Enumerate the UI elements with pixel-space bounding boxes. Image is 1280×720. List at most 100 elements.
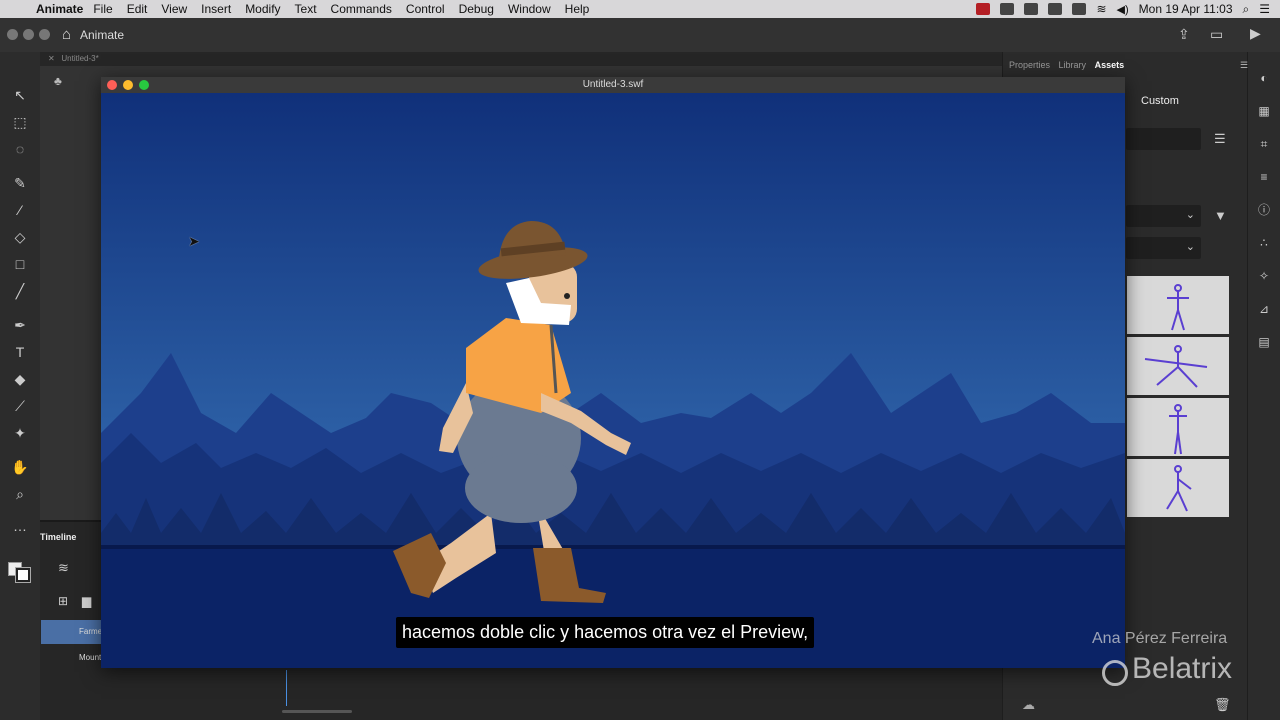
menu-insert[interactable]: Insert (201, 2, 231, 16)
asset-thumbnail[interactable] (1127, 337, 1229, 395)
category-dropdown[interactable]: ⌄ (1126, 205, 1201, 227)
more-tools-icon[interactable]: … (10, 516, 30, 536)
menu-help[interactable]: Help (565, 2, 590, 16)
timeline-tab[interactable]: Timeline (40, 532, 100, 546)
components-icon[interactable]: ▤ (1256, 334, 1272, 350)
brand-watermark: Belatrix (1132, 652, 1233, 685)
swatches-panel-icon[interactable]: ▦ (1256, 103, 1272, 119)
transform-panel-icon[interactable]: ⌗ (1256, 136, 1272, 152)
menu-edit[interactable]: Edit (127, 2, 148, 16)
battery-icon[interactable] (1072, 3, 1087, 15)
delete-icon[interactable]: 🗑 (1214, 697, 1231, 713)
tab-assets[interactable]: Assets (1095, 60, 1125, 70)
zoom-tool-icon[interactable]: ⌕ (10, 484, 30, 504)
spotlight-search-icon[interactable]: ⌕ (1243, 2, 1250, 17)
sync-icon[interactable] (1024, 3, 1039, 15)
minimize-window-button[interactable] (123, 80, 133, 90)
rig-figure-icon (1169, 404, 1187, 455)
rectangle-tool-icon[interactable]: □ (10, 254, 30, 274)
video-subtitle: hacemos doble clic y hacemos otra vez el… (396, 617, 815, 648)
mouse-cursor-icon: ➤ (188, 233, 200, 249)
info-panel-icon[interactable]: ⓘ (1256, 202, 1272, 218)
eraser-tool-icon[interactable]: ◇ (10, 227, 30, 247)
zoom-window-button[interactable] (39, 29, 50, 40)
paint-brush-tool-icon[interactable]: ✎ (10, 173, 30, 193)
subcategory-dropdown[interactable]: ⌄ (1126, 237, 1201, 259)
tab-properties[interactable]: Properties (1009, 60, 1050, 70)
playhead[interactable] (286, 670, 287, 706)
chevron-down-icon: ⌄ (1185, 241, 1195, 253)
panel-menu-icon[interactable]: ☰ (1240, 60, 1248, 71)
author-watermark: Ana Pérez Ferreira (1092, 630, 1228, 647)
timeline-scrollbar[interactable] (282, 710, 352, 713)
zoom-window-button[interactable] (139, 80, 149, 90)
volume-icon[interactable]: ◀) (1117, 3, 1129, 16)
lasso-tool-icon[interactable]: ◌ (10, 139, 30, 159)
menu-commands[interactable]: Commands (331, 2, 392, 16)
fill-color-swatch[interactable] (15, 567, 31, 583)
menu-control[interactable]: Control (406, 2, 445, 16)
layer-row-farmer[interactable]: Farmer (41, 620, 105, 644)
edit-symbols-icon[interactable]: ♣ (54, 74, 62, 88)
selection-tool-icon[interactable]: ↖ (10, 85, 30, 105)
cloud-download-icon[interactable]: ☁ (1022, 697, 1035, 713)
workspace-icon[interactable]: ▭ (1210, 26, 1223, 43)
menu-text[interactable]: Text (295, 2, 317, 16)
asset-thumbnail[interactable] (1127, 276, 1229, 334)
hand-tool-icon[interactable]: ✋ (10, 457, 30, 477)
free-transform-tool-icon[interactable]: ⬚ (10, 112, 30, 132)
pen-tool-icon[interactable]: ✒ (10, 315, 30, 335)
align-panel-icon[interactable]: ≡ (1256, 169, 1272, 185)
text-tool-icon[interactable]: T (10, 342, 30, 362)
new-folder-icon[interactable]: ▆ (82, 594, 91, 608)
brush-tool-icon[interactable]: ⁄ (10, 200, 30, 220)
menu-debug[interactable]: Debug (459, 2, 494, 16)
pin-tool-icon[interactable]: ✦ (10, 423, 30, 443)
close-tab-icon[interactable]: ✕ (48, 54, 55, 63)
asset-thumbnail[interactable] (1127, 398, 1229, 456)
tab-library[interactable]: Library (1059, 60, 1087, 70)
motion-presets-icon[interactable]: ∴ (1256, 235, 1272, 251)
notification-center-icon[interactable]: ☰ (1259, 2, 1270, 16)
menu-modify[interactable]: Modify (245, 2, 280, 16)
document-tab-strip: ✕ Untitled-3* (40, 52, 1002, 66)
app-titlebar: ⌂ Animate ⇪ ▭ ▶ (0, 18, 1280, 52)
swf-window-titlebar[interactable]: Untitled-3.swf (101, 77, 1125, 93)
minimize-window-button[interactable] (23, 29, 34, 40)
line-tool-icon[interactable]: ╱ (10, 281, 30, 301)
app-home-tab[interactable]: Animate (80, 28, 124, 42)
swf-preview-window[interactable]: Untitled-3.swf (101, 77, 1125, 668)
wifi-icon[interactable]: ≋ (1096, 2, 1106, 16)
paint-bucket-tool-icon[interactable]: ◆ (10, 369, 30, 389)
new-layer-icon[interactable]: ⊞ (58, 594, 68, 608)
menu-window[interactable]: Window (508, 2, 551, 16)
right-panel-tabs: Properties Library Assets ☰ (1003, 60, 1248, 74)
code-snippets-icon[interactable]: ✧ (1256, 268, 1272, 284)
asset-thumbnail[interactable] (1127, 459, 1229, 517)
test-movie-play-icon[interactable]: ▶ (1250, 25, 1261, 42)
creative-cloud-icon[interactable] (1000, 3, 1015, 15)
chevron-down-icon: ⌄ (1185, 209, 1195, 221)
close-window-button[interactable] (107, 80, 117, 90)
asset-search-input[interactable] (1126, 128, 1201, 150)
document-tab[interactable]: Untitled-3* (61, 54, 98, 63)
record-icon[interactable] (976, 3, 991, 15)
filter-icon[interactable]: ▼ (1214, 208, 1227, 223)
layer-row-mountains[interactable]: Mountains (41, 646, 116, 670)
menu-file[interactable]: File (93, 2, 112, 16)
motion-editor-icon[interactable]: ⊿ (1256, 301, 1272, 317)
close-window-button[interactable] (7, 29, 18, 40)
airplay-icon[interactable] (1048, 3, 1063, 15)
brand-logo-icon (1102, 660, 1128, 686)
share-icon[interactable]: ⇪ (1178, 26, 1190, 43)
home-icon[interactable]: ⌂ (62, 26, 71, 43)
layers-icon[interactable]: ≋ (58, 560, 69, 576)
menu-view[interactable]: View (161, 2, 187, 16)
rig-figure-icon (1166, 465, 1192, 512)
menubar-clock[interactable]: Mon 19 Apr 11:03 (1139, 2, 1233, 16)
custom-assets-tab[interactable]: Custom (1141, 95, 1179, 107)
menu-app-name[interactable]: Animate (36, 2, 83, 16)
list-view-icon[interactable]: ☰ (1214, 131, 1226, 147)
eyedropper-tool-icon[interactable]: ⟋ (10, 396, 30, 416)
color-panel-icon[interactable]: ◐ (1256, 70, 1272, 86)
